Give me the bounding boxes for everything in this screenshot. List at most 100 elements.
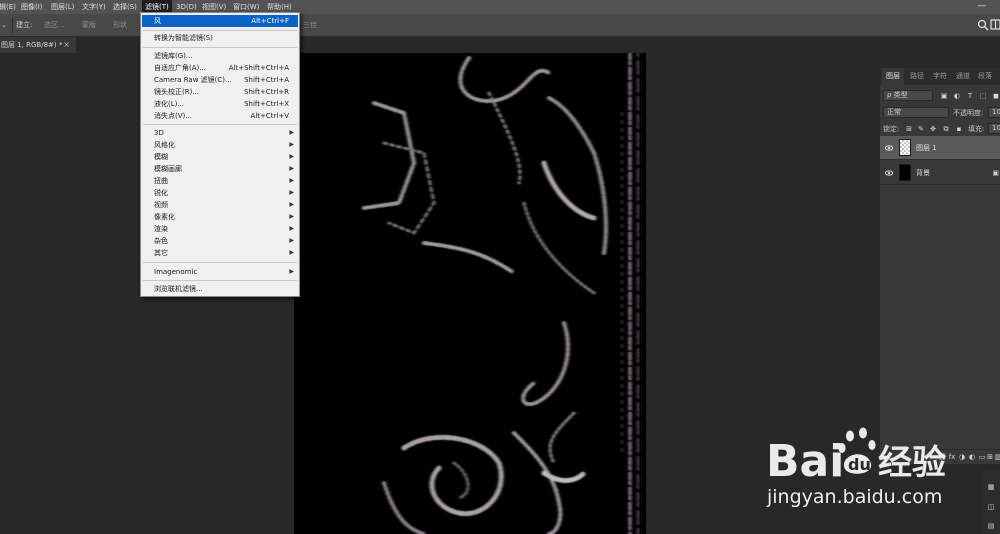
submenu-arrow-icon: ▶ (289, 237, 294, 244)
menu-item-sharpen[interactable]: 锐化 ▶ (142, 187, 298, 199)
divider (12, 18, 13, 33)
make-selection-button[interactable]: 选区... (40, 18, 69, 33)
menu-edit[interactable]: 编辑(E) (0, 0, 16, 14)
submenu-arrow-icon: ▶ (289, 177, 294, 184)
make-shape-button[interactable]: 形状 (109, 18, 131, 33)
svg-text:Bai: Bai (766, 436, 844, 484)
tab-layers[interactable]: 图层 (882, 68, 904, 85)
tab-channels[interactable]: 通道 (956, 68, 970, 85)
lock-artboard-icon[interactable]: ⧉ (942, 125, 950, 133)
layers-panel: 图层 路径 字符 通道 段落 ρ 类型 ▣ ◐ T ⬚ ◼ 正常 不透明度: 1… (879, 68, 1000, 464)
menu-separator (143, 280, 297, 281)
menu-item-3d[interactable]: 3D ▶ (142, 127, 298, 139)
menu-item-adaptive-wide-angle[interactable]: 自适应广角(A)... Alt+Shift+Ctrl+A (142, 62, 298, 74)
layer-row[interactable]: 背景 ▣ (880, 161, 1000, 185)
submenu-arrow-icon: ▶ (289, 141, 294, 148)
layers-list: 图层 1 背景 ▣ (880, 135, 1000, 447)
submenu-arrow-icon: ▶ (289, 129, 294, 136)
document-tab[interactable]: 图层 1, RGB/8#) * × (0, 37, 76, 53)
opacity-field[interactable]: 100 (988, 107, 1000, 118)
submenu-arrow-icon: ▶ (289, 249, 294, 256)
submenu-arrow-icon: ▶ (289, 225, 294, 232)
tab-paths[interactable]: 路径 (910, 68, 924, 85)
menu-item-camera-raw[interactable]: Camera Raw 滤镜(C)... Shift+Ctrl+A (142, 74, 298, 86)
menu-separator (143, 47, 297, 48)
menu-layer[interactable]: 图层(L) (51, 0, 74, 14)
menu-item-convert-smart-filter[interactable]: 转换为智能滤镜(S) (142, 32, 298, 44)
lock-row: 锁定: ⊞ ✎ ✥ ⧉ ▪ 填充: 100 (880, 122, 1000, 135)
align-edges-label: 三佳 (303, 21, 317, 29)
lock-image-pixels-icon[interactable]: ✎ (917, 125, 925, 133)
menu-item-noise[interactable]: 杂色 ▶ (142, 235, 298, 247)
menu-item-blur[interactable]: 模糊 ▶ (142, 151, 298, 163)
lock-transparent-pixels-icon[interactable]: ⊞ (905, 125, 913, 133)
submenu-arrow-icon: ▶ (289, 165, 294, 172)
menu-item-wind[interactable]: 风 Alt+Ctrl+F (142, 15, 298, 27)
menu-item-liquify[interactable]: 液化(L)... Shift+Ctrl+X (142, 98, 298, 110)
minimize-button[interactable]: — (977, 2, 987, 12)
layer-thumbnail (899, 164, 911, 181)
build-label: 建立: (16, 21, 33, 29)
menu-item-blur-gallery[interactable]: 模糊画廊 ▶ (142, 163, 298, 175)
document-tab-title: 图层 1, RGB/8#) * (1, 41, 63, 49)
filter-smart-object-icon[interactable]: ◼ (992, 92, 1000, 100)
menu-item-browse-online-filters[interactable]: 浏览联机滤镜... (142, 283, 298, 295)
layer-kind-select[interactable]: ρ 类型 (883, 90, 933, 101)
menu-separator (143, 262, 297, 263)
document-canvas[interactable] (294, 53, 646, 534)
tab-character[interactable]: 字符 (933, 68, 947, 85)
close-icon[interactable]: × (63, 37, 70, 53)
menu-item-filter-gallery[interactable]: 滤镜库(G)... (142, 50, 298, 62)
panel-icon[interactable]: ▤ (987, 522, 995, 530)
layer-name[interactable]: 背景 (916, 161, 930, 185)
visibility-eye-icon[interactable] (885, 169, 893, 177)
menu-item-distort[interactable]: 扭曲 ▶ (142, 175, 298, 187)
tab-paragraph[interactable]: 段落 (978, 68, 992, 85)
blend-mode-select[interactable]: 正常 (883, 107, 949, 118)
submenu-arrow-icon: ▶ (289, 201, 294, 208)
menu-item-vanishing-point[interactable]: 消失点(V)... Alt+Ctrl+V (142, 110, 298, 122)
photoshop-window: 编辑(E) 图像(I) 图层(L) 文字(Y) 选择(S) 滤镜(T) 3D(D… (0, 0, 1000, 534)
filter-adjustment-icon[interactable]: ◐ (953, 92, 961, 100)
baidu-jingyan-watermark: Bai du 经验 jingyan.baidu.com (762, 424, 1000, 516)
panel-tab-bar: 图层 路径 字符 通道 段落 (880, 68, 1000, 85)
menu-item-imagenomic[interactable]: Imagenomic ▶ (142, 266, 298, 278)
submenu-arrow-icon: ▶ (289, 189, 294, 196)
workspace-icon[interactable] (990, 19, 1000, 31)
baidu-logo: Bai du 经验 (766, 427, 946, 487)
menu-item-other[interactable]: 其它 ▶ (142, 247, 298, 259)
search-icon[interactable] (977, 19, 989, 31)
visibility-eye-icon[interactable] (885, 144, 893, 152)
filter-menu-dropdown: 风 Alt+Ctrl+F 转换为智能滤镜(S) 滤镜库(G)... 自适应广角(… (140, 12, 300, 297)
menu-select[interactable]: 选择(S) (113, 0, 137, 14)
fill-label: 填充: (968, 125, 985, 133)
blend-row: 正常 不透明度: 100 (880, 106, 1000, 119)
lock-position-icon[interactable]: ✥ (929, 125, 937, 133)
opacity-label: 不透明度: (953, 109, 984, 117)
tool-preset-chevron-icon[interactable]: ⌄ (1, 19, 10, 31)
filter-pixel-icon[interactable]: ▣ (940, 92, 948, 100)
make-mask-button[interactable]: 蒙版 (78, 18, 100, 33)
menu-item-lens-correction[interactable]: 镜头校正(R)... Shift+Ctrl+R (142, 86, 298, 98)
menu-image[interactable]: 图像(I) (21, 0, 43, 14)
menu-separator (143, 124, 297, 125)
svg-text:du: du (848, 455, 871, 474)
filter-type-icon[interactable]: T (966, 92, 974, 100)
layer-filter-row: ρ 类型 ▣ ◐ T ⬚ ◼ (880, 89, 1000, 102)
menu-type[interactable]: 文字(Y) (82, 0, 106, 14)
submenu-arrow-icon: ▶ (289, 153, 294, 160)
fill-field[interactable]: 100 (988, 123, 1000, 134)
layer-row[interactable]: 图层 1 (880, 136, 1000, 160)
wind-filtered-artwork (362, 53, 639, 534)
menu-item-render[interactable]: 渲染 ▶ (142, 223, 298, 235)
filter-shape-icon[interactable]: ⬚ (979, 92, 987, 100)
lock-icon: ▣ (992, 169, 999, 177)
menu-item-stylize[interactable]: 风格化 ▶ (142, 139, 298, 151)
layer-name[interactable]: 图层 1 (916, 136, 937, 160)
lock-all-icon[interactable]: ▪ (955, 125, 963, 133)
submenu-arrow-icon: ▶ (289, 213, 294, 220)
svg-text:经验: 经验 (878, 443, 946, 483)
watermark-url: jingyan.baidu.com (767, 486, 943, 508)
menu-item-video[interactable]: 视频 ▶ (142, 199, 298, 211)
menu-item-pixelate[interactable]: 像素化 ▶ (142, 211, 298, 223)
